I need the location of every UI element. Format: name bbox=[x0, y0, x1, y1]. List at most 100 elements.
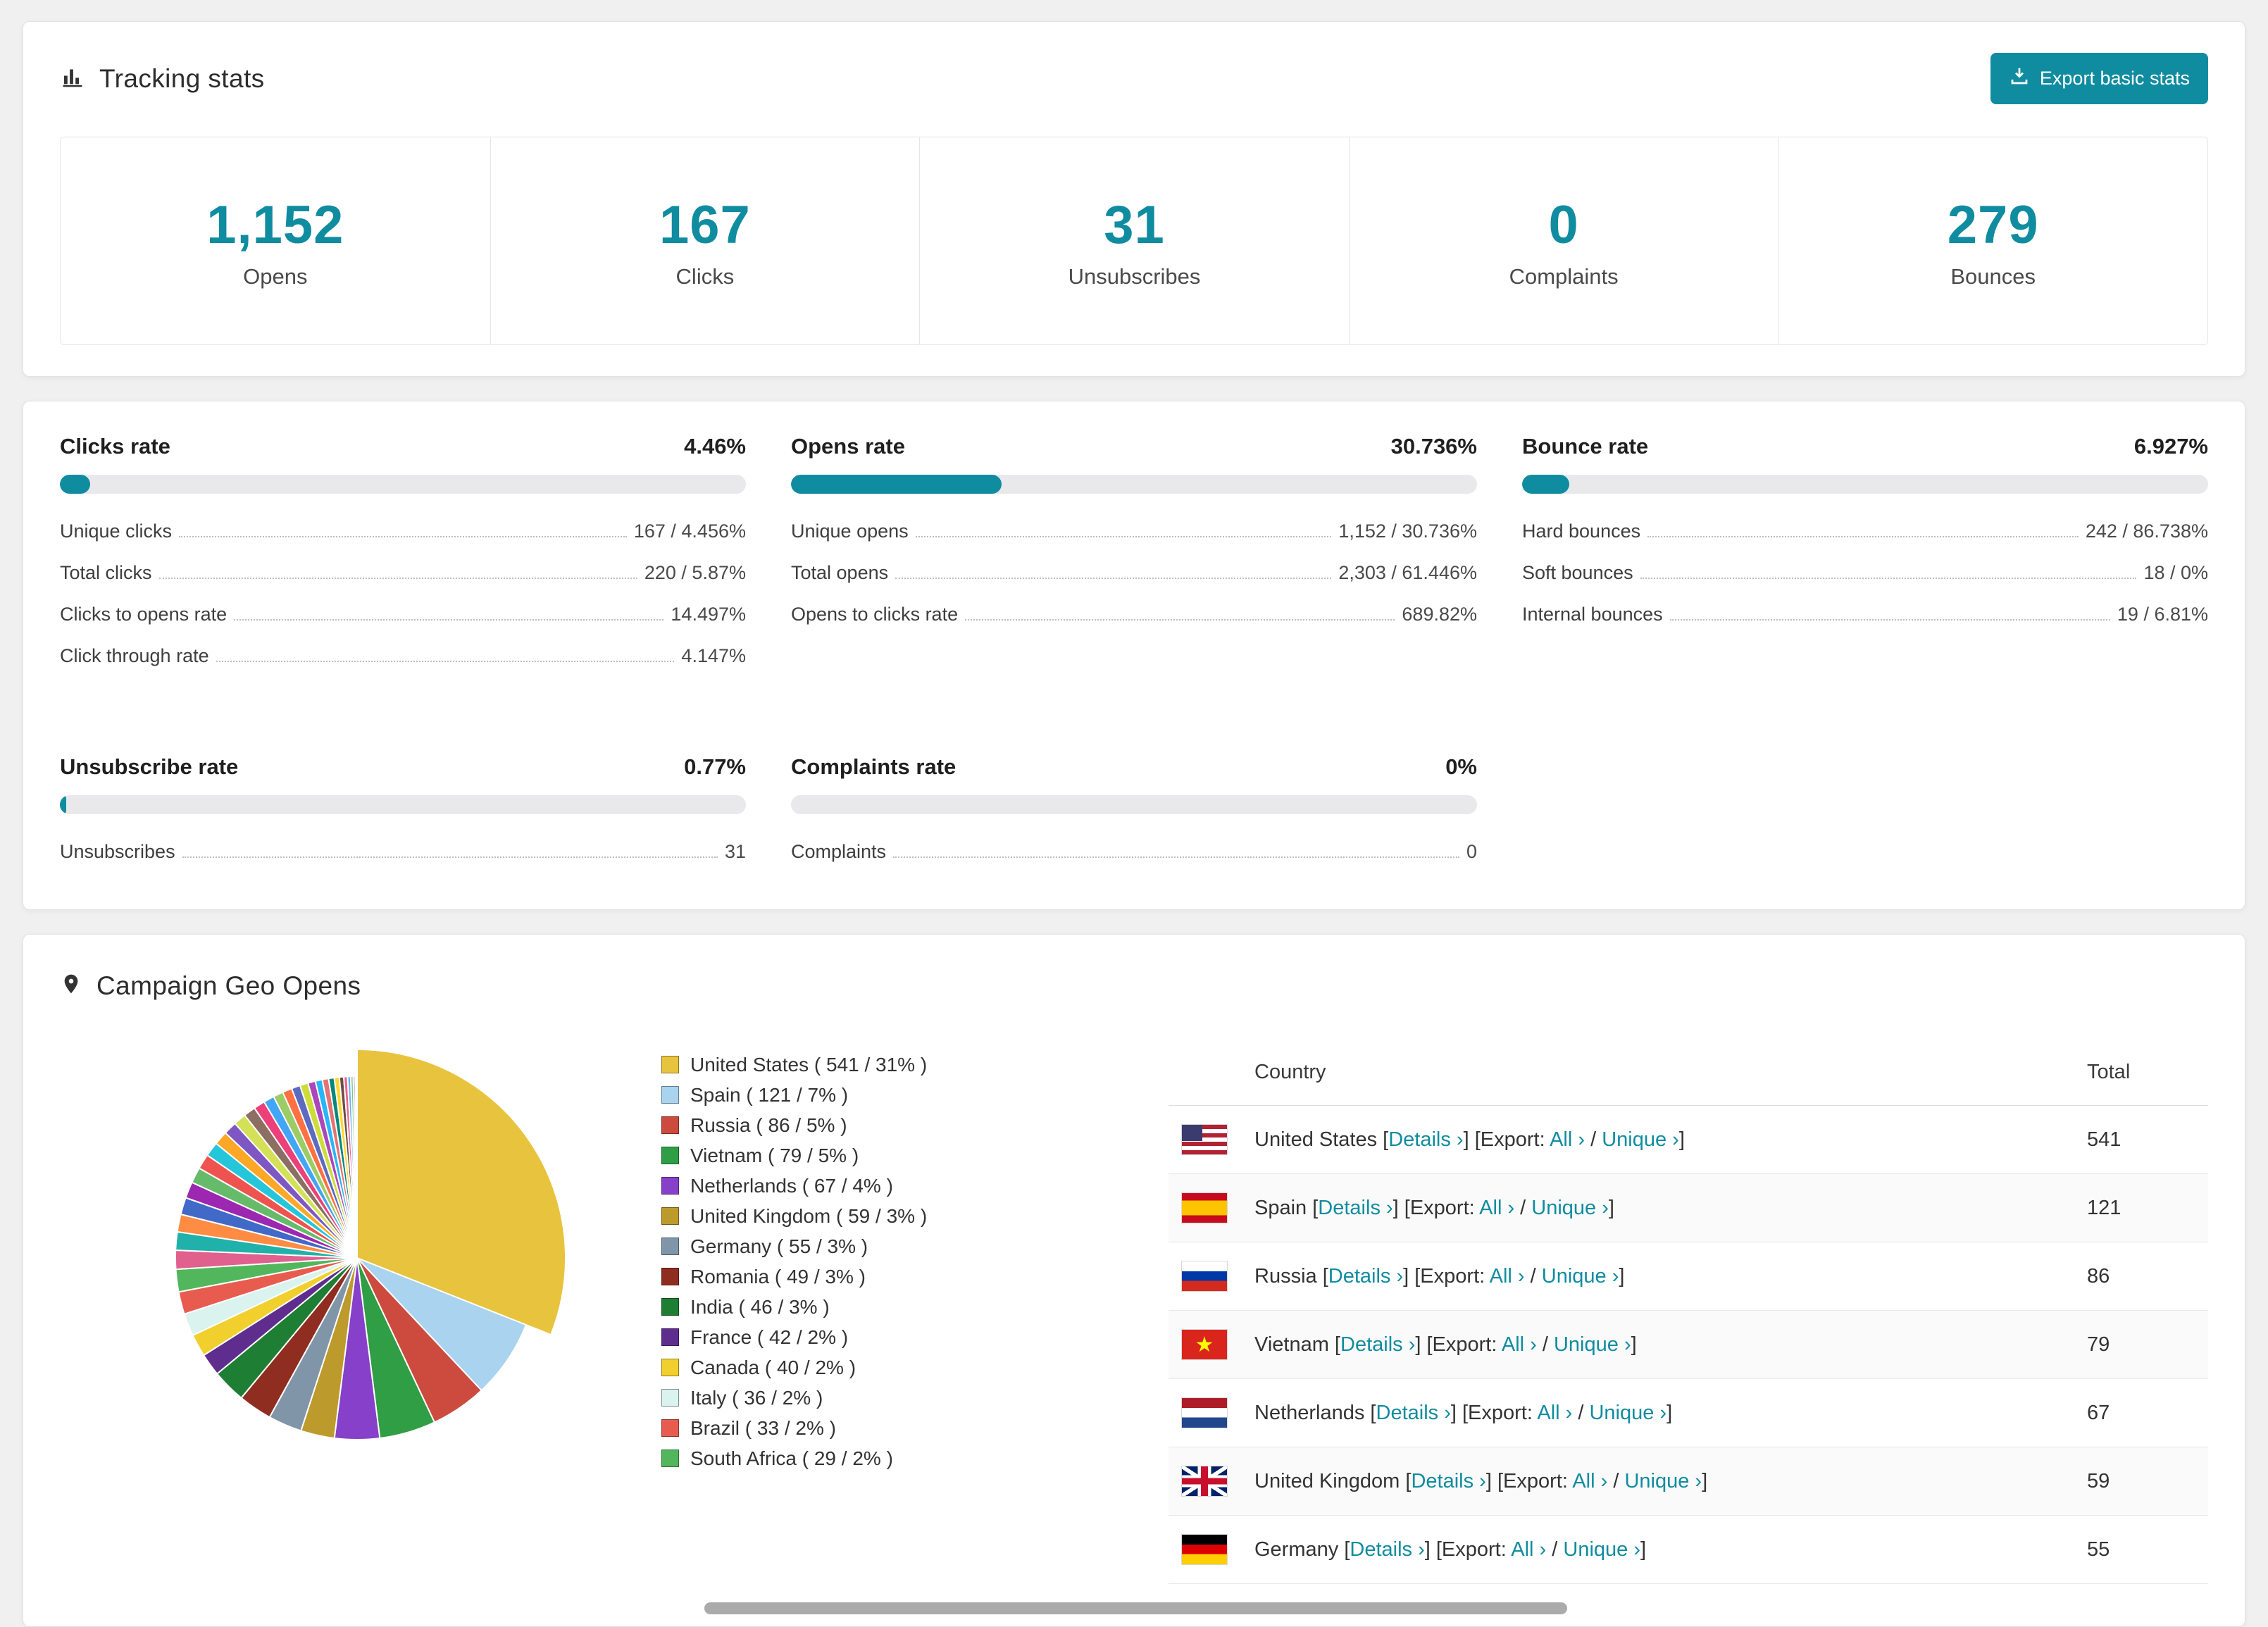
export-all-link[interactable]: All › bbox=[1550, 1128, 1585, 1151]
total-cell: 541 bbox=[2074, 1106, 2208, 1174]
details-link[interactable]: Details › bbox=[1328, 1265, 1403, 1288]
rate-detail-label: Total opens bbox=[791, 562, 888, 584]
legend-label: Italy ( 36 / 2% ) bbox=[690, 1383, 823, 1413]
legend-item: Romania ( 49 / 3% ) bbox=[661, 1261, 1084, 1292]
dotted-leader bbox=[1647, 536, 2079, 537]
export-all-link[interactable]: All › bbox=[1479, 1197, 1514, 1219]
rate-progress-fill bbox=[60, 795, 66, 814]
legend-swatch-icon bbox=[661, 1238, 679, 1255]
country-column-header: Country bbox=[1242, 1040, 2074, 1106]
legend-swatch-icon bbox=[661, 1298, 679, 1316]
flag-vn-icon: ★ bbox=[1181, 1329, 1228, 1360]
rate-detail-row: Total clicks220 / 5.87% bbox=[60, 552, 746, 594]
legend-swatch-icon bbox=[661, 1056, 679, 1073]
rate-rows: Unique clicks167 / 4.456%Total clicks220… bbox=[60, 511, 746, 677]
country-cell: Germany [Details ›] [Export: All › / Uni… bbox=[1242, 1516, 2074, 1584]
legend-item: Germany ( 55 / 3% ) bbox=[661, 1231, 1084, 1261]
export-all-link[interactable]: All › bbox=[1572, 1470, 1607, 1492]
stat-value: 279 bbox=[1778, 195, 2207, 256]
export-basic-stats-button[interactable]: Export basic stats bbox=[1990, 53, 2208, 104]
rate-title: Clicks rate bbox=[60, 434, 170, 459]
export-all-link[interactable]: All › bbox=[1537, 1402, 1572, 1424]
rate-rows: Hard bounces242 / 86.738%Soft bounces18 … bbox=[1522, 511, 2208, 635]
details-link[interactable]: Details › bbox=[1318, 1197, 1392, 1219]
details-link[interactable]: Details › bbox=[1340, 1333, 1415, 1356]
geo-table-row-us: United States [Details ›] [Export: All ›… bbox=[1169, 1106, 2208, 1174]
rate-head: Unsubscribe rate0.77% bbox=[60, 754, 746, 780]
geo-table-row-gb: United Kingdom [Details ›] [Export: All … bbox=[1169, 1447, 2208, 1516]
rate-detail-value: 242 / 86.738% bbox=[2086, 520, 2208, 542]
flag-gb-icon bbox=[1181, 1466, 1228, 1497]
rate-value: 30.736% bbox=[1391, 434, 1477, 459]
stats-summary: 1,152Opens167Clicks31Unsubscribes0Compla… bbox=[60, 137, 2208, 345]
rate-block-clicks-rate: Clicks rate4.46% Unique clicks167 / 4.456… bbox=[60, 434, 746, 677]
geo-opens-header: Campaign Geo Opens bbox=[60, 970, 2208, 1002]
legend-item: Canada ( 40 / 2% ) bbox=[661, 1352, 1084, 1383]
flag-us-icon bbox=[1181, 1124, 1228, 1155]
rate-detail-row: Soft bounces18 / 0% bbox=[1522, 552, 2208, 594]
flag-cell bbox=[1169, 1379, 1242, 1447]
rate-progress-track bbox=[60, 795, 746, 814]
legend-label: United States ( 541 / 31% ) bbox=[690, 1049, 927, 1080]
country-name: Germany bbox=[1254, 1538, 1338, 1561]
export-unique-link[interactable]: Unique › bbox=[1531, 1197, 1609, 1219]
details-link[interactable]: Details › bbox=[1376, 1402, 1451, 1424]
export-basic-stats-label: Export basic stats bbox=[2040, 68, 2190, 89]
export-unique-link[interactable]: Unique › bbox=[1542, 1265, 1619, 1288]
legend-item: Vietnam ( 79 / 5% ) bbox=[661, 1140, 1084, 1171]
flag-cell bbox=[1169, 1106, 1242, 1174]
export-all-link[interactable]: All › bbox=[1511, 1538, 1546, 1561]
geo-content: United States ( 541 / 31% )Spain ( 121 /… bbox=[60, 1040, 2208, 1584]
legend-swatch-icon bbox=[661, 1268, 679, 1285]
rate-value: 0.77% bbox=[684, 754, 746, 780]
total-cell: 55 bbox=[2074, 1516, 2208, 1584]
stat-box-opens: 1,152Opens bbox=[61, 137, 490, 344]
details-link[interactable]: Details › bbox=[1411, 1470, 1485, 1492]
stat-label: Bounces bbox=[1778, 264, 2207, 289]
export-all-link[interactable]: All › bbox=[1502, 1333, 1537, 1356]
rate-detail-row: Unique opens1,152 / 30.736% bbox=[791, 511, 1477, 552]
country-cell: United Kingdom [Details ›] [Export: All … bbox=[1242, 1447, 2074, 1516]
rate-head: Clicks rate4.46% bbox=[60, 434, 746, 459]
flag-cell bbox=[1169, 1447, 1242, 1516]
legend-swatch-icon bbox=[661, 1116, 679, 1134]
dotted-leader bbox=[965, 619, 1395, 621]
rate-detail-value: 689.82% bbox=[1402, 604, 1477, 625]
geo-pie-chart bbox=[139, 1040, 575, 1476]
map-pin-icon bbox=[60, 970, 82, 1002]
total-cell: 67 bbox=[2074, 1379, 2208, 1447]
legend-swatch-icon bbox=[661, 1177, 679, 1195]
country-name: Netherlands bbox=[1254, 1402, 1364, 1424]
rate-detail-label: Complaints bbox=[791, 841, 886, 863]
flag-column-header bbox=[1169, 1040, 1242, 1106]
rate-value: 6.927% bbox=[2134, 434, 2208, 459]
flag-cell bbox=[1169, 1516, 1242, 1584]
legend-swatch-icon bbox=[661, 1389, 679, 1407]
legend-item: United Kingdom ( 59 / 3% ) bbox=[661, 1201, 1084, 1231]
rate-progress-track bbox=[1522, 475, 2208, 494]
rate-detail-row: Hard bounces242 / 86.738% bbox=[1522, 511, 2208, 552]
details-link[interactable]: Details › bbox=[1350, 1538, 1424, 1561]
rate-detail-label: Soft bounces bbox=[1522, 562, 1633, 584]
legend-label: France ( 42 / 2% ) bbox=[690, 1322, 848, 1352]
export-unique-link[interactable]: Unique › bbox=[1589, 1402, 1666, 1424]
tracking-stats-card: Tracking stats Export basic stats 1,152O… bbox=[23, 21, 2245, 377]
flag-es-icon bbox=[1181, 1192, 1228, 1223]
dashboard-page: Tracking stats Export basic stats 1,152O… bbox=[0, 0, 2268, 1627]
flag-de-icon bbox=[1181, 1534, 1228, 1565]
export-unique-link[interactable]: Unique › bbox=[1602, 1128, 1679, 1151]
export-unique-link[interactable]: Unique › bbox=[1563, 1538, 1640, 1561]
horizontal-scrollbar-thumb[interactable] bbox=[704, 1602, 1567, 1614]
rate-detail-row: Total opens2,303 / 61.446% bbox=[791, 552, 1477, 594]
legend-label: Spain ( 121 / 7% ) bbox=[690, 1080, 848, 1110]
export-unique-link[interactable]: Unique › bbox=[1624, 1470, 1702, 1492]
export-all-link[interactable]: All › bbox=[1490, 1265, 1525, 1288]
export-unique-link[interactable]: Unique › bbox=[1554, 1333, 1631, 1356]
details-link[interactable]: Details › bbox=[1388, 1128, 1463, 1151]
geo-table-wrap: CountryTotalUnited States [Details ›] [E… bbox=[1169, 1040, 2208, 1584]
legend-swatch-icon bbox=[661, 1328, 679, 1346]
stat-label: Unsubscribes bbox=[920, 264, 1349, 289]
rate-detail-label: Click through rate bbox=[60, 645, 209, 667]
rate-value: 0% bbox=[1445, 754, 1477, 780]
rate-block-unsubscribe-rate: Unsubscribe rate0.77%Unsubscribes31 bbox=[60, 754, 746, 873]
